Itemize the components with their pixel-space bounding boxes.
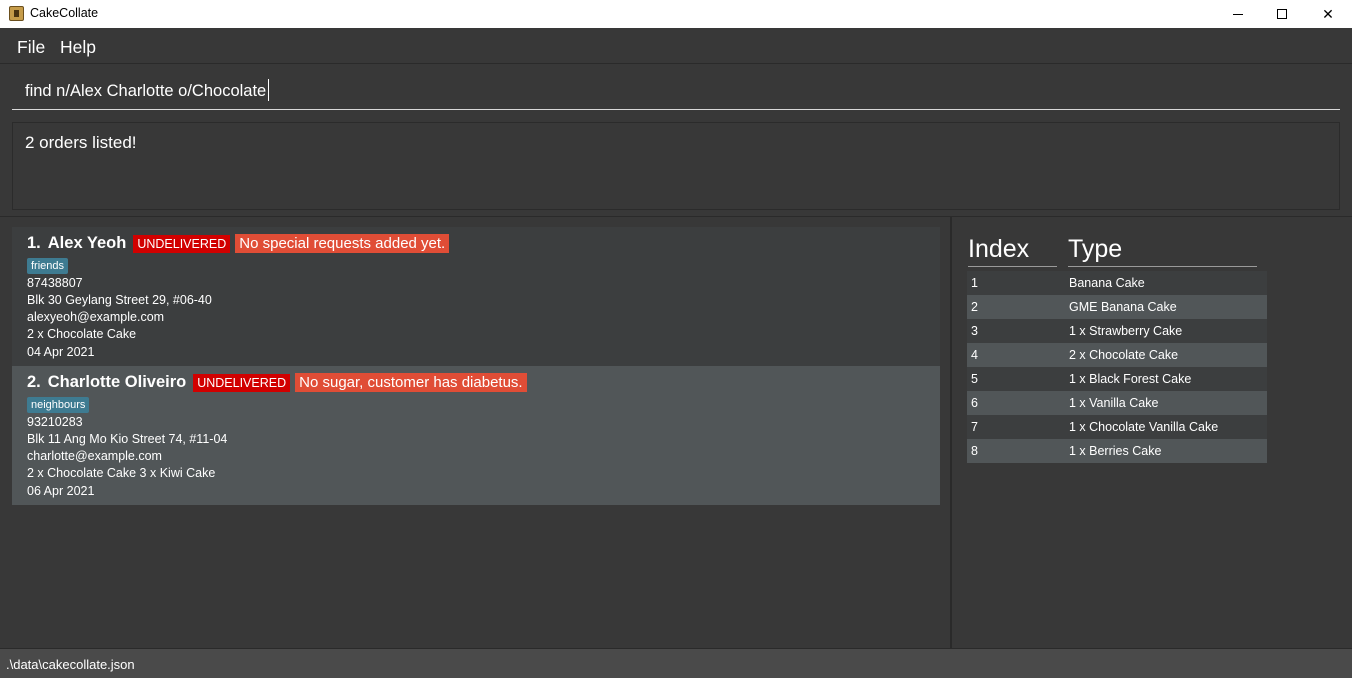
status-bar: .\data\cakecollate.json [0,648,1352,678]
result-message: 2 orders listed! [25,133,137,152]
item-type: GME Banana Cake [1069,300,1177,314]
order-card[interactable]: 1. Alex Yeoh UNDELIVERED No special requ… [12,227,940,366]
customer-name: Charlotte Oliveiro [47,373,187,391]
order-card[interactable]: 2. Charlotte Oliveiro UNDELIVERED No sug… [12,366,940,505]
text-caret [268,79,269,101]
column-header-type[interactable]: Type [1068,235,1257,267]
order-header: 1. Alex Yeoh UNDELIVERED No special requ… [27,234,450,253]
address: Blk 11 Ang Mo Kio Street 74, #11-04 [27,432,228,446]
table-row[interactable]: 5 1 x Black Forest Cake [967,367,1267,391]
table-row[interactable]: 2 GME Banana Cake [967,295,1267,319]
item-index: 6 [971,396,978,410]
minimize-icon [1233,13,1243,15]
menu-bar: File Help [0,28,1352,64]
customer-tag: neighbours [27,397,90,413]
order-items-panel: Index Type 1 Banana Cake 2 GME Banana Cake… [952,217,1352,648]
item-index: 3 [971,324,978,338]
request-badge: No sugar, customer has diabetus. [295,373,527,392]
table-row[interactable]: 7 1 x Chocolate Vanilla Cake [967,415,1267,439]
request-badge: No special requests added yet. [235,234,450,253]
phone-number: 87438807 [27,276,83,290]
item-type: 1 x Strawberry Cake [1069,324,1183,338]
command-box [0,65,1352,117]
order-items-table: 1 Banana Cake 2 GME Banana Cake 3 1 x Straw… [967,271,1267,463]
item-index: 1 [971,276,978,290]
order-index: 1. [27,234,41,252]
item-type: 2 x Chocolate Cake [1069,348,1179,362]
table-row[interactable]: 3 1 x Strawberry Cake [967,319,1267,343]
app-icon [9,6,24,21]
order-index: 2. [27,373,41,391]
order-list[interactable]: 1. Alex Yeoh UNDELIVERED No special requ… [0,217,950,648]
email: alexyeoh@example.com [27,310,165,324]
close-icon: ✕ [1322,5,1334,22]
table-row[interactable]: 8 1 x Berries Cake [967,439,1267,463]
maximize-button[interactable] [1259,0,1305,28]
table-row[interactable]: 1 Banana Cake [967,271,1267,295]
item-index: 4 [971,348,978,362]
item-type: 1 x Berries Cake [1069,444,1162,458]
table-row[interactable]: 6 1 x Vanilla Cake [967,391,1267,415]
order-header: 2. Charlotte Oliveiro UNDELIVERED No sug… [27,373,527,392]
close-button[interactable]: ✕ [1305,0,1351,28]
email: charlotte@example.com [27,449,162,463]
item-type: Banana Cake [1069,276,1145,290]
delivery-date: 06 Apr 2021 [27,484,95,498]
delivery-date: 04 Apr 2021 [27,345,95,359]
status-badge: UNDELIVERED [133,234,231,253]
data-file-path: .\data\cakecollate.json [6,657,135,672]
address: Blk 30 Geylang Street 29, #06-40 [27,293,212,307]
item-type: 1 x Vanilla Cake [1069,396,1159,410]
column-header-index[interactable]: Index [968,235,1057,267]
item-index: 7 [971,420,978,434]
phone-number: 93210283 [27,415,83,429]
order-description: 2 x Chocolate Cake 3 x Kiwi Cake [27,466,216,480]
item-type: 1 x Black Forest Cake [1069,372,1192,386]
item-index: 8 [971,444,978,458]
menu-help[interactable]: Help [60,37,96,58]
customer-name: Alex Yeoh [47,234,127,252]
title-bar: CakeCollate ✕ [0,0,1352,28]
window-title: CakeCollate [30,6,99,20]
item-index: 5 [971,372,978,386]
status-badge: UNDELIVERED [193,373,291,392]
command-input[interactable] [12,73,1340,110]
customer-tag: friends [27,258,69,274]
minimize-button[interactable] [1215,0,1261,28]
table-row[interactable]: 4 2 x Chocolate Cake [967,343,1267,367]
maximize-icon [1277,9,1287,19]
menu-file[interactable]: File [17,37,45,58]
item-type: 1 x Chocolate Vanilla Cake [1069,420,1219,434]
result-display: 2 orders listed! [12,122,1340,210]
item-index: 2 [971,300,978,314]
order-description: 2 x Chocolate Cake [27,327,137,341]
